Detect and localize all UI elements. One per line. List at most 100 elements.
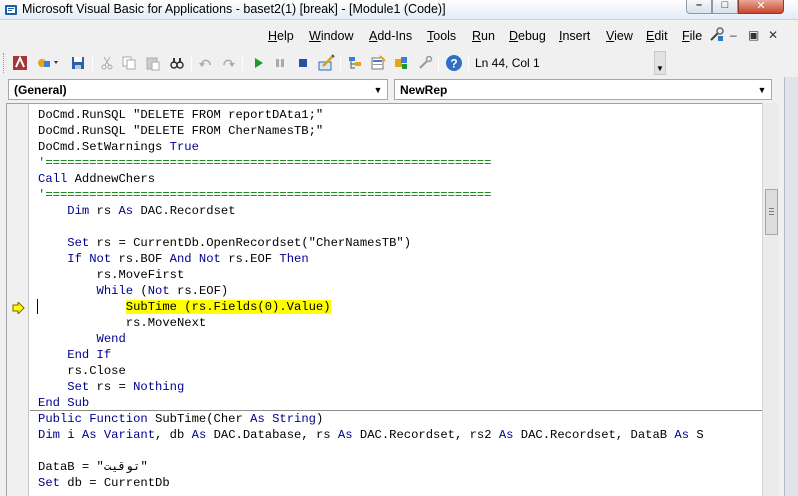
find-icon[interactable] [167,53,187,73]
properties-icon[interactable] [368,53,388,73]
menu-view[interactable]: View [606,29,633,43]
paste-icon[interactable] [143,53,163,73]
cut-icon[interactable] [97,53,117,73]
mdi-close-icon[interactable]: ✕ [768,28,778,42]
code-keyword: Nothing [133,380,185,394]
indicator-margin[interactable] [7,104,29,496]
code-keyword: Wend [96,332,126,346]
menu-help[interactable]: Help [268,29,294,43]
toolbar-grip[interactable] [3,53,6,73]
menu-file[interactable]: File [682,29,702,43]
code-editor[interactable]: DoCmd.RunSQL "DELETE FROM reportDAta1;" D… [6,103,762,496]
code-line[interactable]: Set db = CurrentDb [38,475,704,491]
code-line[interactable]: Set rs = CurrentDb.OpenRecordset("CherNa… [38,235,704,251]
insert-icon[interactable] [34,53,62,73]
menu-run[interactable]: Run [472,29,495,43]
reset-icon[interactable] [293,53,313,73]
code-line[interactable]: DoCmd.RunSQL "DELETE FROM CherNamesTB;" [38,123,704,139]
vertical-scrollbar[interactable] [762,103,779,496]
code-line[interactable]: '=======================================… [38,187,704,203]
menu-edit[interactable]: Edit [646,29,668,43]
code-token: rs.EOF) [169,284,229,298]
toolbox-icon[interactable] [415,53,435,73]
code-text[interactable]: DoCmd.RunSQL "DELETE FROM reportDAta1;" D… [38,107,704,491]
code-line[interactable] [38,443,704,459]
save-icon[interactable] [68,53,88,73]
toolbar-options-chevron[interactable]: ▼ [654,51,666,75]
run-icon[interactable] [248,53,268,73]
redo-icon[interactable] [218,53,238,73]
cursor-position: Ln 44, Col 1 [475,56,540,70]
code-keyword: Not [147,284,170,298]
mdi-restore-icon[interactable]: ▣ [748,28,759,42]
code-keyword: End Sub [38,396,90,410]
code-line[interactable]: DoCmd.RunSQL "DELETE FROM reportDAta1;" [38,107,704,123]
minimize-button[interactable]: – [686,0,712,14]
maximize-button[interactable]: □ [712,0,738,14]
window-title: Microsoft Visual Basic for Applications … [22,2,446,16]
code-token: DoCmd.RunSQL "DELETE FROM reportDAta1;" [38,108,324,122]
code-line[interactable] [38,219,704,235]
chevron-down-icon[interactable]: ▼ [756,84,768,96]
menu-debug[interactable]: Debug [509,29,546,43]
code-line[interactable]: rs.MoveNext [38,315,704,331]
copy-icon[interactable] [119,53,139,73]
code-line[interactable]: If Not rs.BOF And Not rs.EOF Then [38,251,704,267]
project-explorer-icon[interactable] [345,53,365,73]
code-token: rs.EOF [220,252,280,266]
toolbox-menu-icon[interactable] [709,27,725,43]
code-token: rs.MoveFirst [38,268,185,282]
break-icon[interactable] [270,53,290,73]
code-line[interactable]: DataB = "توقيت" [38,459,704,475]
code-keyword: As [498,428,514,442]
code-comment: '=======================================… [38,188,492,202]
code-line[interactable]: End Sub [38,395,704,411]
code-keyword: Set [38,476,60,490]
code-line[interactable]: Dim i As Variant, db As DAC.Database, rs… [38,427,704,443]
close-button[interactable]: ✕ [738,0,784,14]
toolbar-separator [340,55,341,71]
scrollbar-thumb[interactable] [765,189,778,235]
menu-tools[interactable]: Tools [427,29,456,43]
object-selector[interactable]: (General) ▼ [8,79,388,100]
code-line[interactable]: rs.MoveFirst [38,267,704,283]
code-keyword: As [118,204,134,218]
procedure-selector-value: NewRep [400,83,448,97]
code-token: DAC.Recordset, rs2 [352,428,499,442]
code-line[interactable]: Public Function SubTime(Cher As String) [38,411,704,427]
code-keyword: As [191,428,207,442]
menu-window[interactable]: Window [309,29,353,43]
undo-icon[interactable] [196,53,216,73]
code-line[interactable]: Set rs = Nothing [38,379,704,395]
help-icon[interactable]: ? [444,53,464,73]
code-token: DAC.Recordset, DataB [513,428,675,442]
code-line[interactable]: Call AddnewChers [38,171,704,187]
chevron-down-icon[interactable]: ▼ [372,84,384,96]
mdi-minimize-icon[interactable]: – [730,28,737,42]
menu-insert[interactable]: Insert [559,29,590,43]
view-access-icon[interactable] [10,53,30,73]
code-line[interactable]: Wend [38,331,704,347]
code-line[interactable]: rs.Close [38,363,704,379]
code-token: rs.BOF [111,252,170,266]
code-keyword: Public Function [38,412,148,426]
design-mode-toggle-icon[interactable] [316,53,336,73]
code-keyword: As [674,428,690,442]
code-line[interactable]: DoCmd.SetWarnings True [38,139,704,155]
code-line[interactable]: Dim rs As DAC.Recordset [38,203,704,219]
code-line[interactable]: End If [38,347,704,363]
code-keyword: Dim [67,204,90,218]
grip-icon [769,208,774,215]
code-line[interactable]: While (Not rs.EOF) [38,283,704,299]
object-browser-icon[interactable] [391,53,411,73]
code-line[interactable]: SubTime (rs.Fields(0).Value) [38,299,704,315]
procedure-selector[interactable]: NewRep ▼ [394,79,772,100]
code-keyword: While [96,284,134,298]
menu-add-ins[interactable]: Add-Ins [369,29,412,43]
menu-bar: Help Window Add-Ins Tools Run Debug Inse… [0,21,798,49]
code-line[interactable]: '=======================================… [38,155,704,171]
